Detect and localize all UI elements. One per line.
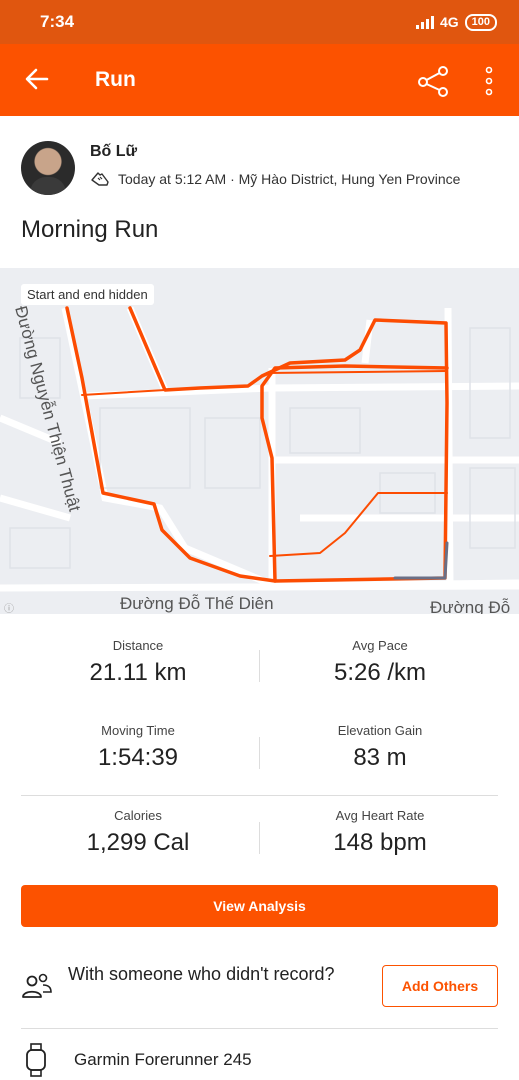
status-bar: 7:34 4G 100 bbox=[0, 0, 519, 44]
stat-divider bbox=[259, 822, 260, 854]
status-indicators: 4G 100 bbox=[415, 13, 497, 31]
street-label: Đường Đỗ Thế Diên bbox=[120, 594, 274, 613]
share-icon[interactable] bbox=[416, 64, 450, 98]
stat-label: Distance bbox=[112, 638, 164, 653]
battery-icon: 100 bbox=[464, 13, 497, 31]
route-line bbox=[65, 306, 449, 583]
map-canvas bbox=[0, 306, 519, 592]
stat-label: Avg Heart Rate bbox=[335, 808, 425, 823]
battery-level: 100 bbox=[471, 15, 490, 28]
athlete-avatar[interactable] bbox=[21, 141, 75, 195]
stat-label: Avg Pace bbox=[352, 638, 408, 653]
device-name: Garmin Forerunner 245 bbox=[74, 1050, 252, 1069]
stat-avg-pace: Avg Pace 5:26 /km bbox=[280, 638, 480, 687]
more-options-icon[interactable] bbox=[479, 64, 499, 98]
stat-distance: Distance 21.11 km bbox=[38, 638, 238, 687]
with-someone-prompt: With someone who didn't record? bbox=[68, 964, 335, 984]
status-time: 7:34 bbox=[40, 12, 75, 31]
view-analysis-button[interactable]: View Analysis bbox=[21, 885, 498, 927]
add-others-button[interactable]: Add Others bbox=[382, 965, 498, 1007]
group-people-icon bbox=[22, 973, 52, 998]
stat-elevation-gain: Elevation Gain 83 m bbox=[280, 723, 480, 772]
activity-detail-screen: 7:34 4G 100 Run Bố Lữ Today at 5:12 AM ·… bbox=[0, 0, 519, 1080]
stat-label: Elevation Gain bbox=[337, 723, 423, 738]
activity-date-location: Today at 5:12 AM · Mỹ Hào District, Hung… bbox=[118, 171, 461, 187]
map-attribution-icon[interactable]: ⓘ bbox=[4, 600, 14, 614]
route-map[interactable]: Start and end hidden Đường Nguyễn Thiện … bbox=[0, 268, 519, 614]
section-divider bbox=[21, 1028, 498, 1029]
stat-moving-time: Moving Time 1:54:39 bbox=[38, 723, 238, 772]
stat-value: 21.11 km bbox=[89, 659, 187, 686]
back-arrow-icon[interactable] bbox=[22, 64, 52, 94]
start-end-hidden-badge: Start and end hidden bbox=[21, 284, 154, 305]
network-type: 4G bbox=[439, 14, 459, 30]
stat-value: 83 m bbox=[353, 744, 407, 771]
stat-value: 1:54:39 bbox=[97, 744, 179, 771]
stat-divider bbox=[259, 737, 260, 769]
page-title: Run bbox=[95, 68, 136, 91]
activity-meta: Today at 5:12 AM · Mỹ Hào District, Hung… bbox=[90, 170, 460, 188]
athlete-name[interactable]: Bố Lữ bbox=[90, 143, 137, 161]
stat-value: 5:26 /km bbox=[333, 659, 427, 686]
stat-avg-heart-rate: Avg Heart Rate 148 bpm bbox=[280, 808, 480, 857]
stats-divider bbox=[21, 795, 498, 796]
stat-calories: Calories 1,299 Cal bbox=[38, 808, 238, 857]
street-label: Đường Đỗ bbox=[430, 598, 511, 614]
stat-label: Moving Time bbox=[101, 723, 175, 738]
activity-title: Morning Run bbox=[21, 216, 159, 243]
stat-label: Calories bbox=[114, 808, 162, 823]
app-bar: Run bbox=[0, 44, 519, 116]
stat-divider bbox=[259, 650, 260, 682]
watch-icon bbox=[26, 1043, 46, 1077]
signal-icon bbox=[415, 15, 434, 29]
stat-value: 148 bpm bbox=[333, 829, 427, 856]
stat-value: 1,299 Cal bbox=[86, 829, 190, 856]
map-blocks bbox=[9, 327, 516, 569]
shoe-icon bbox=[91, 172, 109, 186]
